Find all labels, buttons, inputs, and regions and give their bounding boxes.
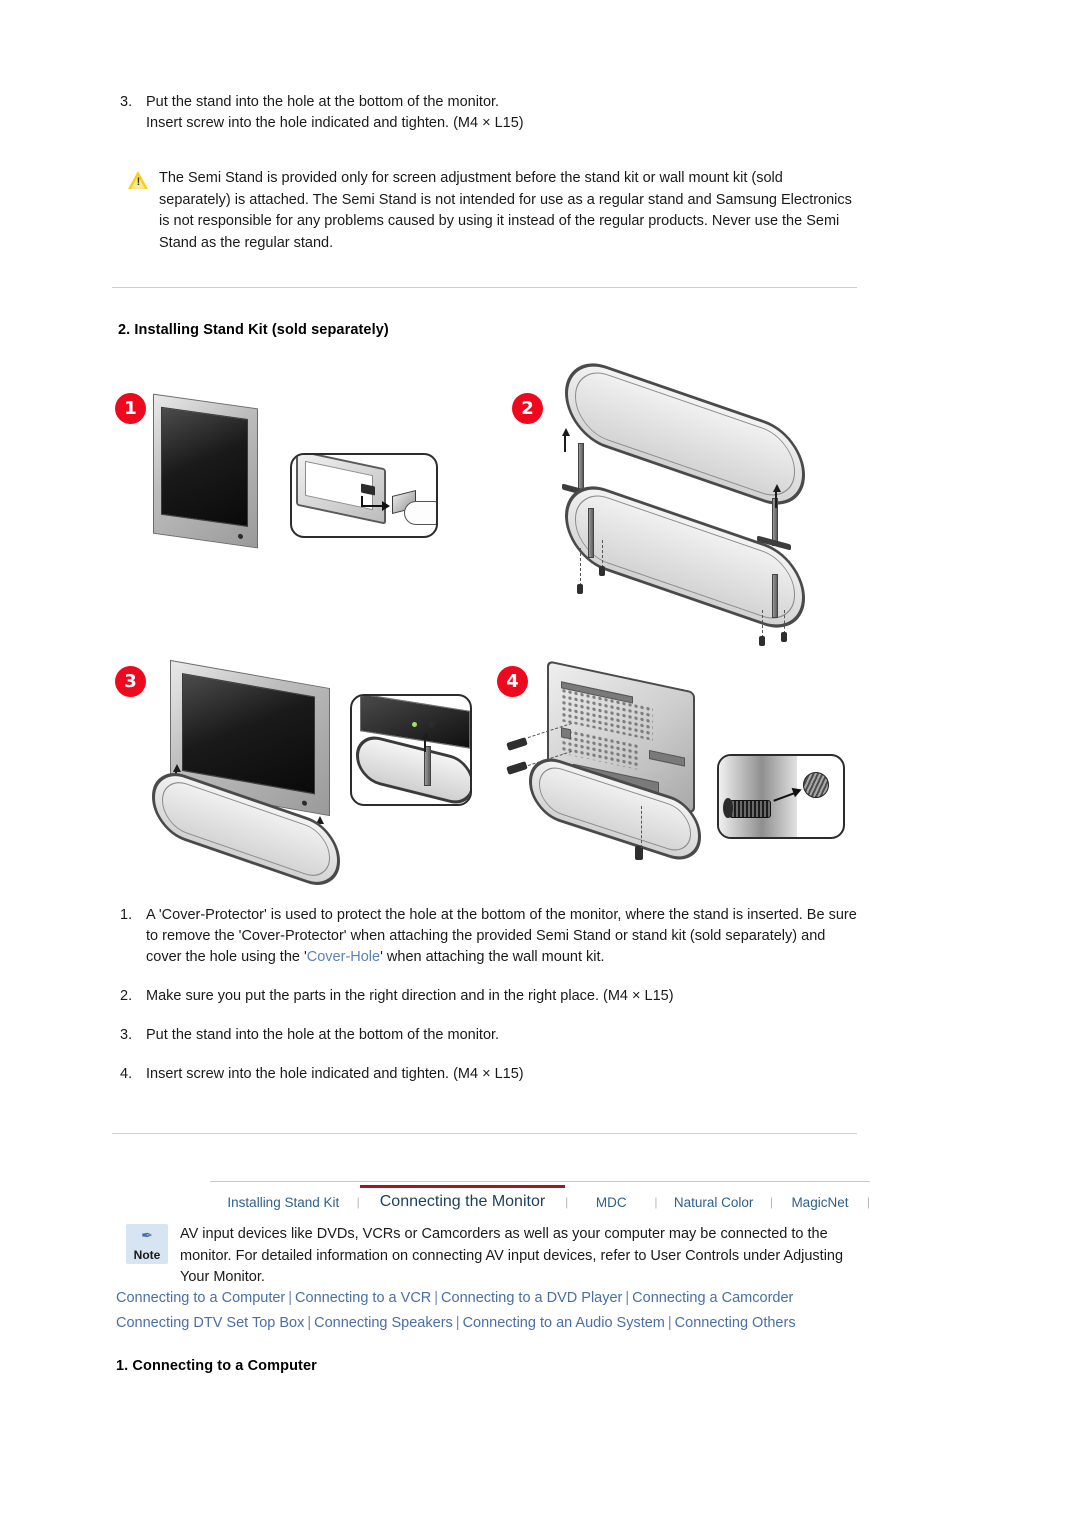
link-connecting-a-camcorder[interactable]: Connecting a Camcorder (632, 1290, 793, 1306)
figure-3-badge: 3 (115, 666, 146, 697)
screw-guide-left-a (580, 548, 581, 586)
tab-mdc[interactable]: MDC (568, 1188, 654, 1210)
figure-1-badge: 1 (115, 393, 146, 424)
step-4-number: 4. (120, 1066, 133, 1082)
list-item: 3. Put the stand into the hole at the bo… (112, 1025, 860, 1046)
note-block: ✒ Note AV input devices like DVDs, VCRs … (126, 1224, 852, 1289)
figure-2: 2 (510, 351, 860, 648)
bottom-heading: 1. Connecting to a Computer (116, 1358, 317, 1374)
screw-lower-step4 (506, 761, 528, 775)
screw-upper-step4 (506, 737, 528, 751)
divider-top (112, 287, 857, 288)
tab-natural-color[interactable]: Natural Color (657, 1188, 769, 1210)
figure-1: 1 (110, 388, 470, 588)
tab-magicnet[interactable]: MagicNet (773, 1188, 867, 1210)
figure-3: 3 (110, 659, 480, 895)
link-separator: | (307, 1315, 312, 1331)
screw-guide-right-a (762, 610, 763, 638)
link-connecting-dtv-set-top-box[interactable]: Connecting DTV Set Top Box (116, 1315, 304, 1331)
figure-2-badge: 2 (512, 393, 543, 424)
screw-closeup-inset (717, 754, 845, 839)
screw-guide-left-b (602, 540, 603, 568)
link-separator: | (625, 1290, 630, 1306)
assembly-arrow-up-left (562, 428, 570, 436)
screw-bottom-step4 (635, 846, 643, 860)
tab-separator: | (866, 1195, 871, 1209)
list-item: 3. Put the stand into the hole at the bo… (112, 92, 857, 134)
stand-kit-steps: 1. A 'Cover-Protector' is used to protec… (112, 905, 860, 1085)
section-heading: 2. Installing Stand Kit (sold separately… (118, 322, 389, 338)
assembly-arrow-up-right (773, 484, 781, 492)
screw-left-a (577, 584, 583, 594)
step-3-text: Put the stand into the hole at the botto… (146, 1027, 500, 1043)
figure-4: 4 (495, 660, 865, 891)
link-connecting-others[interactable]: Connecting Others (675, 1315, 796, 1331)
link-separator: | (288, 1290, 293, 1306)
stand-post-lower-left (588, 508, 594, 558)
link-connecting-to-an-audio-system[interactable]: Connecting to an Audio System (463, 1315, 665, 1331)
list-item: 2. Make sure you put the parts in the ri… (112, 986, 860, 1007)
step-1-text-after: ' when attaching the wall mount kit. (380, 949, 605, 965)
screw-guide-right-b (784, 610, 785, 634)
link-connecting-speakers[interactable]: Connecting Speakers (314, 1315, 453, 1331)
screw-right-a (759, 636, 765, 646)
list-item: 1. A 'Cover-Protector' is used to protec… (112, 905, 860, 968)
cover-protector-inset (290, 453, 438, 538)
link-connecting-to-a-dvd-player[interactable]: Connecting to a DVD Player (441, 1290, 622, 1306)
divider-bottom (112, 1133, 857, 1134)
step-3-number: 3. (120, 1027, 133, 1043)
link-connecting-to-a-computer[interactable]: Connecting to a Computer (116, 1290, 285, 1306)
figure-4-badge: 4 (497, 666, 528, 697)
list-item: 4. Insert screw into the hole indicated … (112, 1064, 860, 1085)
figure-grid: 1 2 3 4 (110, 351, 860, 895)
note-icon: ✒ Note (126, 1224, 168, 1264)
link-connecting-to-a-vcr[interactable]: Connecting to a VCR (295, 1290, 431, 1306)
screw-left-b (599, 566, 605, 576)
section-tab-bar: Installing Stand Kit | Connecting the Mo… (210, 1181, 870, 1215)
link-separator: | (434, 1290, 439, 1306)
connection-links-row-2: Connecting DTV Set Top Box | Connecting Sp… (116, 1313, 856, 1333)
link-separator: | (455, 1315, 460, 1331)
step-2-number: 2. (120, 988, 133, 1004)
warning-text: The Semi Stand is provided only for scre… (159, 170, 852, 251)
stand-insert-closeup-inset (350, 694, 472, 806)
top-instruction-line1: Put the stand into the hole at the botto… (146, 94, 500, 110)
step-1-number: 1. (120, 907, 133, 923)
monitor-front-illustration (153, 393, 258, 549)
top-instruction-line2: Insert screw into the hole indicated and… (146, 115, 524, 131)
tab-connecting-the-monitor[interactable]: Connecting the Monitor (359, 1185, 566, 1211)
top-instruction-list: 3. Put the stand into the hole at the bo… (112, 92, 857, 134)
cover-hole-link[interactable]: Cover-Hole (307, 949, 380, 965)
warning-triangle-icon: ! (128, 171, 149, 190)
note-text: AV input devices like DVDs, VCRs or Camc… (180, 1226, 844, 1285)
note-label: Note (133, 1248, 161, 1262)
screw-right-b (781, 632, 787, 642)
top-instruction-number: 3. (120, 94, 133, 110)
step-4-text: Insert screw into the hole indicated and… (146, 1066, 524, 1082)
link-separator: | (667, 1315, 672, 1331)
manual-page: 3. Put the stand into the hole at the bo… (0, 0, 1080, 1528)
tab-installing-stand-kit[interactable]: Installing Stand Kit (210, 1188, 357, 1210)
stand-post-lower-right (772, 574, 778, 618)
connection-links-row-1: Connecting to a Computer | Connecting to a… (116, 1288, 856, 1308)
warning-block: ! The Semi Stand is provided only for sc… (128, 168, 852, 254)
pushpin-icon: ✒ (141, 1227, 153, 1243)
step-2-text: Make sure you put the parts in the right… (146, 988, 674, 1004)
